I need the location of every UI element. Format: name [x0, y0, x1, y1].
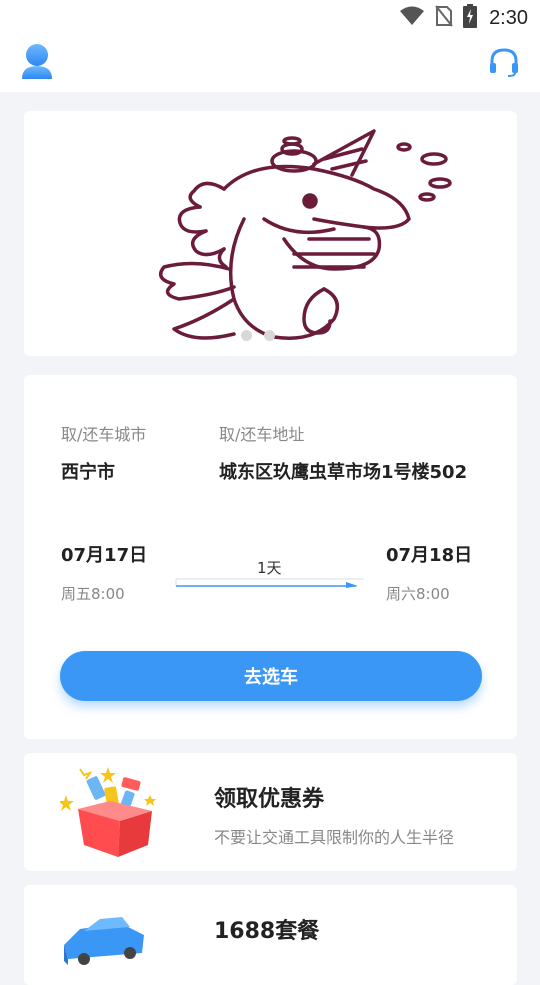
pickup-time[interactable]: 周五8:00: [61, 583, 125, 604]
pickup-date[interactable]: 07月17日: [61, 541, 147, 567]
banner-carousel[interactable]: [24, 111, 517, 356]
battery-charging-icon: [463, 4, 478, 32]
city-label: 取/还车城市: [61, 425, 147, 444]
package-title: 1688套餐: [214, 919, 320, 944]
select-car-button[interactable]: 去选车: [60, 651, 482, 701]
return-time[interactable]: 周六8:00: [386, 583, 450, 604]
carousel-dot[interactable]: [264, 330, 275, 341]
address-label: 取/还车地址: [219, 425, 305, 444]
carousel-dot[interactable]: [241, 330, 252, 341]
status-bar: 2:30: [0, 0, 540, 36]
city-value[interactable]: 西宁市: [61, 458, 115, 484]
coupon-title: 领取优惠券: [214, 787, 325, 812]
car-icon: [60, 909, 150, 969]
address-value[interactable]: 城东区玖鹰虫草市场1号楼502: [219, 458, 467, 484]
duration-arrow-icon: [174, 575, 366, 589]
user-avatar-icon[interactable]: [20, 42, 54, 80]
package-promo-card[interactable]: 1688套餐: [24, 885, 517, 985]
booking-card: 取/还车城市 西宁市 取/还车地址 城东区玖鹰虫草市场1号楼502 07月17日…: [24, 375, 517, 739]
status-time: 2:30: [489, 6, 528, 29]
return-date[interactable]: 07月18日: [386, 541, 472, 567]
coupon-promo-card[interactable]: 领取优惠券 不要让交通工具限制你的人生半径: [24, 753, 517, 871]
seahorse-unicorn-illustration: [134, 119, 464, 351]
wifi-icon: [399, 6, 425, 30]
headset-support-icon[interactable]: [488, 46, 520, 78]
no-sim-icon: [435, 5, 453, 31]
app-header: [0, 36, 540, 92]
coupon-subtitle: 不要让交通工具限制你的人生半径: [214, 828, 455, 847]
carousel-dots: [241, 330, 275, 341]
gift-box-icon: [58, 765, 160, 861]
status-icons: 2:30: [399, 4, 528, 32]
